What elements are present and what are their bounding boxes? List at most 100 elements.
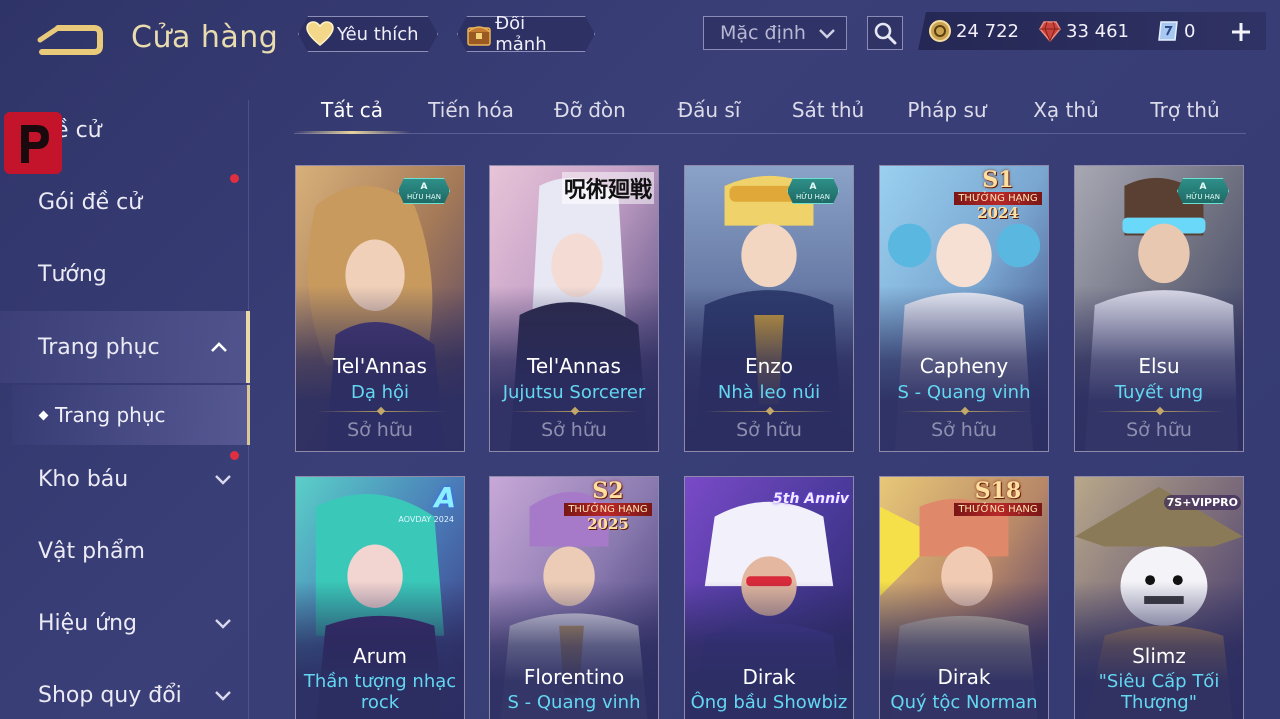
card-divider: [1095, 411, 1225, 412]
skin-card[interactable]: 7S+VIPPRO Slimz "Siêu Cấp Tối Thượng": [1074, 476, 1244, 719]
brand-logo: [4, 112, 62, 174]
category-tabs: Tất cả Tiến hóa Đỡ đòn Đấu sĩ Sát thủ Ph…: [294, 92, 1246, 134]
skin-name: Nhà leo núi: [717, 382, 821, 403]
sort-dropdown[interactable]: Mặc định: [703, 16, 847, 50]
skin-card[interactable]: A HỮU HẠN Tel'Annas Dạ hội Sở hữu: [295, 165, 465, 452]
tab-mage[interactable]: Pháp sư: [889, 98, 1005, 122]
ruby-amount: 33 461: [1066, 20, 1129, 42]
owned-status: Sở hữu: [541, 419, 607, 441]
hero-name: Enzo: [744, 354, 794, 378]
tab-support[interactable]: Trợ thủ: [1127, 98, 1243, 122]
skin-card[interactable]: S1 THƯỞNG HẠNG 2024 Capheny S - Quang vi…: [879, 165, 1049, 452]
card-divider: [705, 411, 835, 412]
back-button[interactable]: [36, 22, 104, 58]
gold-coin-icon: [929, 20, 951, 42]
skin-name: Tuyết ưng: [1114, 382, 1204, 403]
sidebar-subitem-skins[interactable]: Trang phục: [12, 385, 250, 445]
hero-name: Dirak: [937, 665, 991, 689]
sidebar-item-treasure[interactable]: Kho báu: [0, 449, 250, 509]
sidebar-item-label: Trang phục: [38, 334, 160, 360]
owned-status: Sở hữu: [736, 419, 802, 441]
card-divider: [900, 411, 1030, 412]
skin-name: Dạ hội: [350, 382, 410, 403]
sidebar-item-label: Tướng: [38, 261, 107, 287]
sidebar-item-label: Hiệu ứng: [38, 610, 137, 636]
skin-name: Thần tượng nhạc rock: [303, 671, 457, 713]
event-badge-label: AOVDAY 2024: [398, 515, 454, 524]
skin-card[interactable]: A AOVDAY 2024 Arum Thần tượng nhạc rock: [295, 476, 465, 719]
event-badge: A: [434, 481, 456, 514]
anniversary-badge: 5th Anniv: [773, 491, 849, 507]
limited-badge: A HỮU HẠN: [1177, 178, 1229, 204]
skin-card[interactable]: A HỮU HẠN Elsu Tuyết ưng Sở hữu: [1074, 165, 1244, 452]
skin-card[interactable]: S2 THƯỞNG HẠNG 2025 Florentino S - Quang…: [489, 476, 659, 719]
limited-badge: A HỮU HẠN: [398, 178, 450, 204]
sort-value: Mặc định: [720, 22, 806, 44]
sidebar-item-effects[interactable]: Hiệu ứng: [0, 593, 250, 653]
shard-exchange-button[interactable]: Đổi mảnh: [457, 16, 595, 52]
sidebar-item-featured-bundles[interactable]: Gói đề cử: [0, 172, 250, 232]
owned-status: Sở hữu: [1126, 419, 1192, 441]
sidebar-item-label: Gói đề cử: [38, 189, 143, 215]
hero-name: Dirak: [742, 665, 796, 689]
p-logo-icon: [21, 125, 49, 163]
gold-currency: 24 722: [928, 19, 1028, 43]
rank-reward-badge: S1 THƯỞNG HẠNG 2024: [952, 168, 1044, 228]
skin-card[interactable]: 呪術廻戦 Tel'Annas Jujutsu Sorcerer Sở hữu: [489, 165, 659, 452]
rank-reward-badge: S18 THƯỞNG HẠNG: [952, 479, 1044, 539]
skin-name: Ông bầu Showbiz: [690, 692, 848, 713]
favorite-button[interactable]: Yêu thích: [298, 16, 438, 52]
sidebar-item-label: Kho báu: [38, 466, 129, 492]
collab-badge: 呪術廻戦: [561, 172, 654, 204]
chevron-down-icon: [215, 619, 231, 629]
top-bar: Cửa hàng Yêu thích Đổi mảnh Mặc định 24 …: [0, 0, 1280, 80]
hero-name: Slimz: [1132, 644, 1186, 668]
tab-evolution[interactable]: Tiến hóa: [413, 98, 529, 122]
search-icon: [874, 22, 897, 45]
notification-dot: [230, 451, 239, 460]
favorite-label: Yêu thích: [337, 23, 419, 45]
hero-name: Tel'Annas: [333, 354, 427, 378]
card-divider: [510, 411, 640, 412]
tab-marksman[interactable]: Xạ thủ: [1008, 98, 1124, 122]
owned-status: Sở hữu: [347, 419, 413, 441]
tab-tank[interactable]: Đỡ đòn: [532, 98, 648, 122]
skin-card[interactable]: 5th Anniv Dirak Ông bầu Showbiz: [684, 476, 854, 719]
skin-card[interactable]: S18 THƯỞNG HẠNG Dirak Quý tộc Norman: [879, 476, 1049, 719]
sidebar-item-heroes[interactable]: Tướng: [0, 244, 250, 304]
rank-reward-badge: S2 THƯỞNG HẠNG 2025: [562, 479, 654, 539]
sidebar-item-label: Shop quy đổi: [38, 682, 182, 708]
tab-assassin[interactable]: Sát thủ: [770, 98, 886, 122]
page-title: Cửa hàng: [131, 20, 279, 55]
sidebar-item-exchange-shop[interactable]: Shop quy đổi: [0, 665, 250, 719]
plus-icon[interactable]: [1230, 21, 1252, 43]
shard-chest-icon: [464, 19, 493, 49]
voucher-currency: 0: [1156, 19, 1216, 43]
sidebar-item-skins[interactable]: Trang phục: [0, 311, 250, 383]
skin-card[interactable]: A HỮU HẠN Enzo Nhà leo núi Sở hữu: [684, 165, 854, 452]
vip-badge: 7S+VIPPRO: [1163, 495, 1241, 510]
hero-name: Florentino: [523, 665, 625, 689]
tab-all[interactable]: Tất cả: [294, 98, 410, 122]
search-button[interactable]: [867, 16, 903, 50]
sidebar-subitem-label: Trang phục: [55, 403, 166, 427]
sidebar-item-items[interactable]: Vật phẩm: [0, 521, 250, 581]
shard-exchange-label: Đổi mảnh: [495, 13, 547, 55]
ruby-currency: 33 461: [1038, 19, 1146, 43]
chevron-down-icon: [819, 29, 835, 39]
tab-fighter[interactable]: Đấu sĩ: [651, 98, 767, 122]
hero-name: Capheny: [919, 354, 1009, 378]
chevron-down-icon: [215, 691, 231, 701]
limited-badge: A HỮU HẠN: [787, 178, 839, 204]
hero-name: Elsu: [1138, 354, 1180, 378]
card-divider: [316, 411, 446, 412]
sidebar-item-label: Vật phẩm: [38, 538, 145, 564]
sidebar: Đề cử Gói đề cử Tướng Trang phục Trang p…: [0, 80, 250, 719]
bullet-icon: [38, 410, 49, 420]
gold-amount: 24 722: [956, 20, 1019, 42]
ruby-gem-icon: [1039, 21, 1061, 43]
voucher-icon: [1158, 21, 1178, 41]
active-tab-indicator: [294, 131, 410, 134]
skin-name: Jujutsu Sorcerer: [502, 382, 646, 403]
skin-name: S - Quang vinh: [897, 382, 1031, 403]
